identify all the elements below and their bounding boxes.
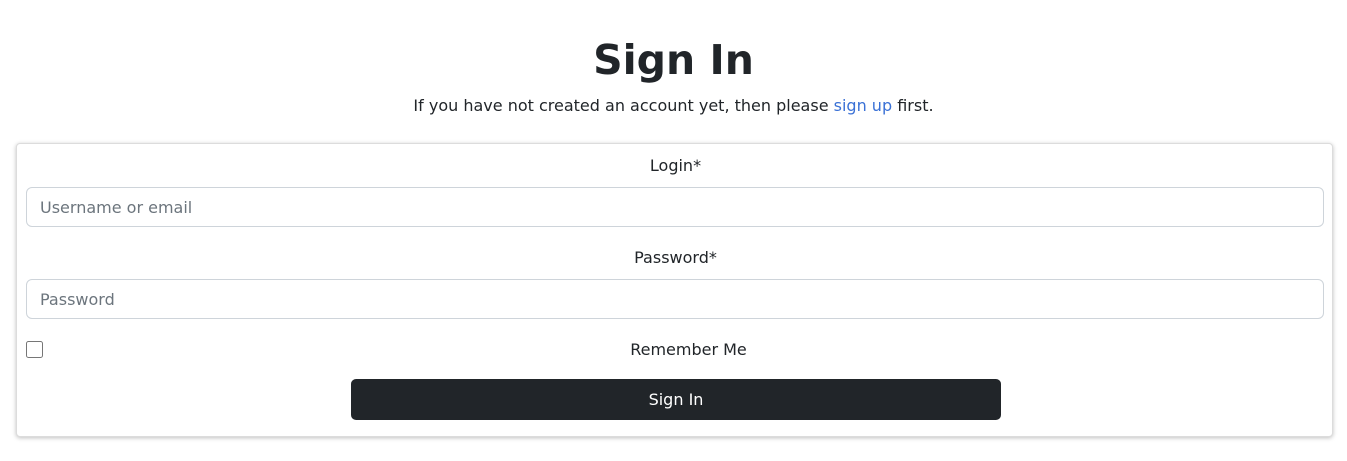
sign-in-page: Sign In If you have not created an accou… [0, 0, 1347, 461]
password-label: Password* [634, 248, 717, 267]
sign-up-link[interactable]: sign up [834, 96, 892, 115]
sign-in-form: Login* Password* Remember Me Sign In [16, 143, 1333, 437]
password-input[interactable] [26, 279, 1324, 319]
signup-prompt-text-after: first. [897, 96, 934, 115]
signup-prompt-text-before: If you have not created an account yet, … [413, 96, 829, 115]
signup-prompt: If you have not created an account yet, … [0, 94, 1347, 118]
page-title: Sign In [593, 36, 754, 84]
sign-in-button[interactable]: Sign In [351, 379, 1001, 420]
login-label: Login* [649, 156, 702, 175]
remember-me-label: Remember Me [630, 340, 747, 359]
login-input[interactable] [26, 187, 1324, 227]
